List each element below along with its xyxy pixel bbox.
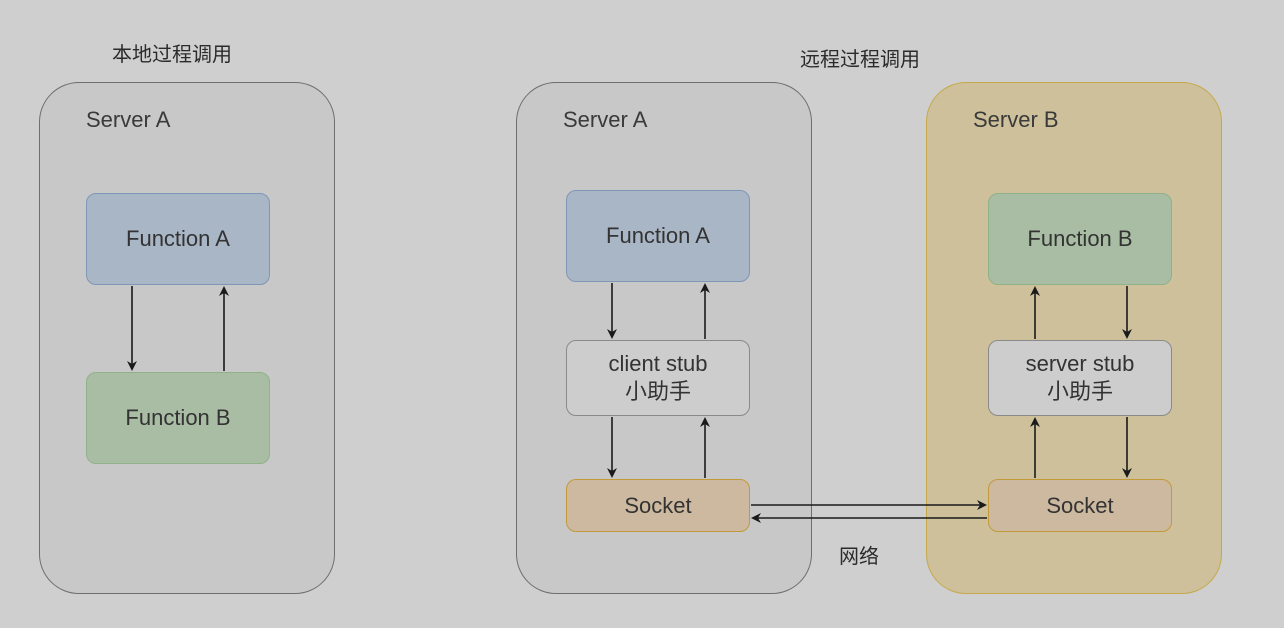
connector-arrows xyxy=(127,283,1132,523)
